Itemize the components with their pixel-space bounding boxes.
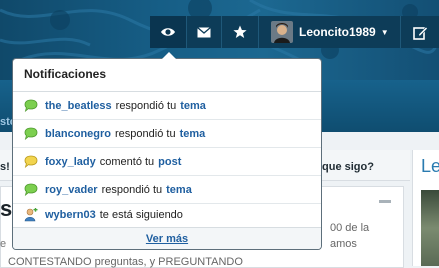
avatar-image [271,21,293,43]
notification-item[interactable]: wybern03 te está siguiendo [13,201,321,228]
card-text-line: CONTESTANDO preguntas, y PREGUNTANDO [8,256,243,268]
card-text-line: amos [330,238,357,250]
favorites-button[interactable] [222,16,258,48]
speech-bubble-green-icon [24,183,38,197]
notification-object-link[interactable]: tema [180,100,206,112]
eye-icon [161,28,175,36]
notification-user-link[interactable]: blanconegro [45,128,111,140]
notification-text: comentó tu [99,155,155,168]
notification-text: respondió tu [101,183,163,196]
notification-object-link[interactable]: tema [180,128,206,140]
notification-user-link[interactable]: roy_vader [45,184,98,196]
star-icon [233,25,247,38]
popup-footer: Ver más [13,227,321,249]
side-panel-heading: Le [421,156,439,176]
notification-text: respondió tu [115,99,177,112]
speech-bubble-yellow-icon [24,155,38,169]
notifications-popup: Notificaciones the_beatless respondió tu… [12,58,322,250]
notification-object-link[interactable]: post [158,156,181,168]
notification-user-link[interactable]: wybern03 [45,209,96,221]
notification-item[interactable]: foxy_lady comentó tu post [13,148,321,175]
notification-text: respondió tu [115,127,176,140]
popup-title: Notificaciones [24,67,107,81]
avatar [271,21,293,43]
notification-item[interactable]: roy_vader respondió tu tema [13,176,321,203]
notification-text: te está siguiendo [99,208,183,221]
messages-button[interactable] [187,16,221,48]
speech-bubble-green-icon [24,127,38,141]
notification-item[interactable]: blanconegro respondió tu tema [13,120,321,147]
notification-user-link[interactable]: foxy_lady [45,156,96,168]
chevron-down-icon: ▼ [380,27,389,37]
collapse-icon[interactable] [379,200,391,203]
see-more-link[interactable]: Ver más [146,233,188,245]
edit-icon [412,26,428,40]
notification-user-link[interactable]: the_beatless [45,100,112,112]
side-panel-image [421,190,439,266]
card-text-line: e [0,238,7,250]
card-text-line: 00 de la [330,222,370,234]
question-text-right: que sigo? [322,161,374,173]
new-post-button[interactable] [401,16,439,48]
notification-item[interactable]: the_beatless respondió tu tema [13,92,321,119]
notifications-button[interactable] [150,16,186,48]
mail-icon [197,26,211,37]
speech-bubble-green-icon [24,99,38,113]
user-add-icon [24,207,38,222]
user-menu-button[interactable]: Leoncito1989 ▼ [259,16,400,48]
username: Leoncito1989 [299,25,376,39]
popup-caret [161,52,177,60]
notification-object-link[interactable]: tema [166,184,192,196]
